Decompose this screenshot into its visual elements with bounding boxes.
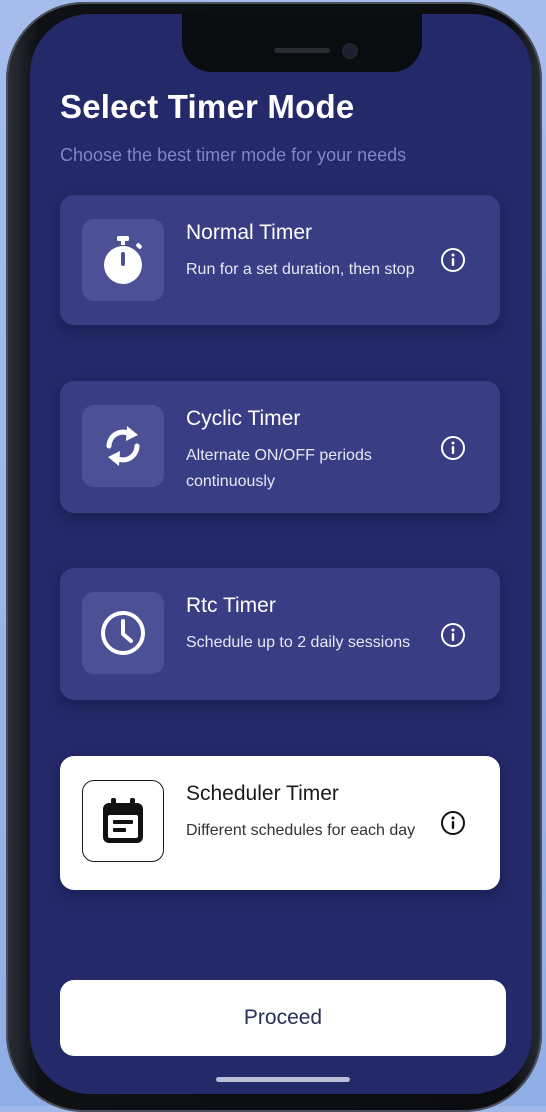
mode-card-cyclic-timer[interactable]: Cyclic Timer Alternate ON/OFF periods co… bbox=[60, 381, 500, 513]
mode-card-normal-timer[interactable]: Normal Timer Run for a set duration, the… bbox=[60, 195, 500, 325]
page-title: Select Timer Mode bbox=[60, 88, 355, 125]
info-icon[interactable] bbox=[440, 622, 466, 648]
notch bbox=[182, 14, 422, 72]
mode-icon-box bbox=[82, 592, 164, 674]
phone-frame: Select Timer Mode Choose the best timer … bbox=[6, 2, 542, 1112]
mode-icon-box bbox=[82, 219, 164, 301]
info-icon[interactable] bbox=[440, 810, 466, 836]
front-camera bbox=[344, 45, 356, 57]
calendar-icon bbox=[103, 798, 143, 843]
mode-description: Run for a set duration, then stop bbox=[186, 261, 415, 278]
mode-description: Different schedules for each day bbox=[186, 822, 416, 839]
home-indicator[interactable] bbox=[216, 1077, 350, 1082]
stopwatch-icon bbox=[104, 236, 142, 284]
mode-description: Schedule up to 2 daily sessions bbox=[186, 634, 411, 651]
mode-title: Cyclic Timer bbox=[186, 407, 301, 430]
proceed-button[interactable]: Proceed bbox=[60, 980, 506, 1056]
info-icon[interactable] bbox=[440, 435, 466, 461]
mode-icon-box bbox=[82, 780, 164, 862]
mode-title: Normal Timer bbox=[186, 221, 313, 244]
mode-description: Alternate ON/OFF periods continuously bbox=[186, 447, 372, 490]
page-subtitle: Choose the best timer mode for your need… bbox=[60, 145, 407, 165]
info-icon[interactable] bbox=[440, 247, 466, 273]
cycle-arrows-icon bbox=[106, 426, 140, 466]
clock-icon bbox=[101, 611, 145, 655]
mode-title: Scheduler Timer bbox=[186, 782, 339, 805]
speaker-grille bbox=[274, 48, 330, 53]
mode-icon-box bbox=[82, 405, 164, 487]
mode-card-scheduler-timer[interactable]: Scheduler Timer Different schedules for … bbox=[60, 756, 500, 890]
mode-title: Rtc Timer bbox=[186, 594, 276, 617]
app-screen: Select Timer Mode Choose the best timer … bbox=[30, 14, 532, 1094]
mode-card-rtc-timer[interactable]: Rtc Timer Schedule up to 2 daily session… bbox=[60, 568, 500, 700]
